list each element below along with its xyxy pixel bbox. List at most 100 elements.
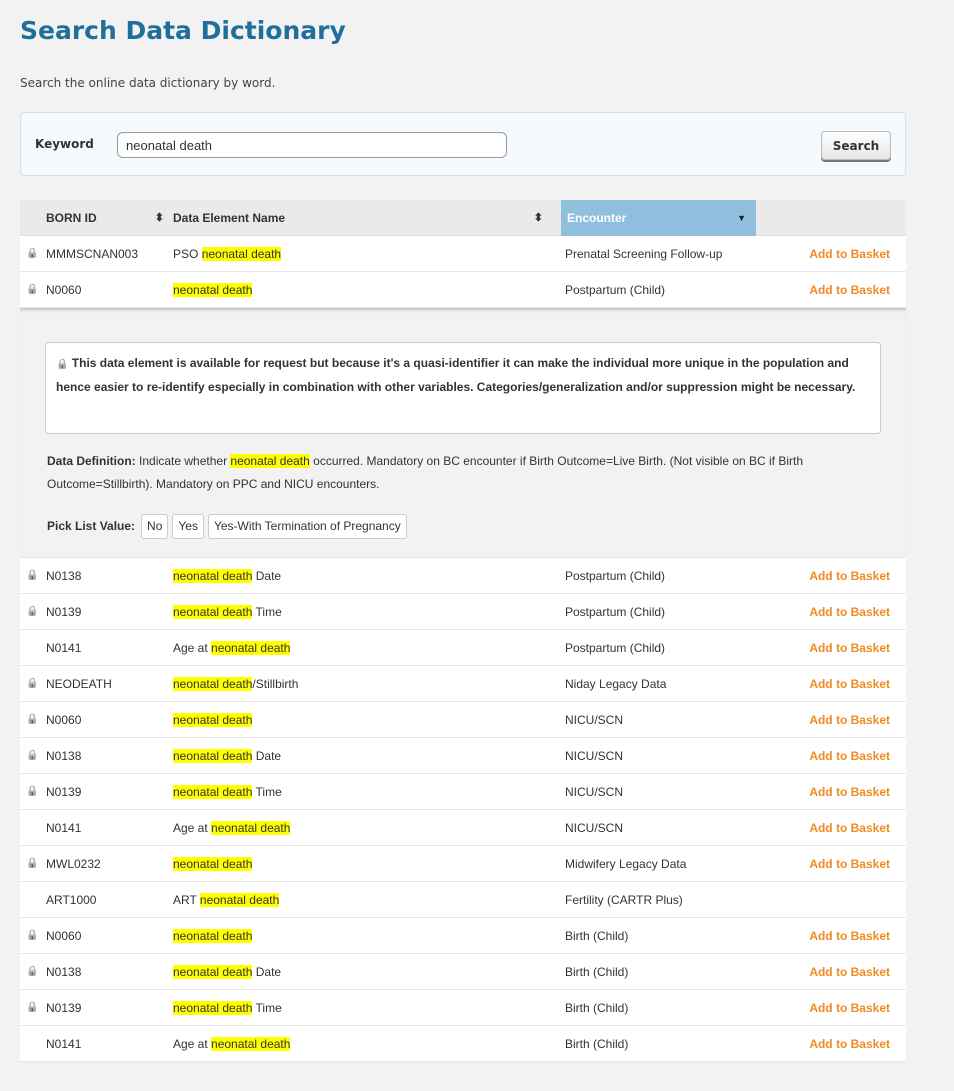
encounter-cell: Postpartum (Child) <box>565 283 666 297</box>
header-born-id-label: BORN ID <box>46 211 97 225</box>
lock-icon: 🔒 <box>26 858 39 869</box>
add-to-basket-link[interactable]: Add to Basket <box>809 236 890 272</box>
pick-list: Pick List Value: No Yes Yes-With Terminatio… <box>47 513 407 539</box>
add-to-basket-link[interactable]: Add to Basket <box>809 702 890 738</box>
born-id-cell: N0141 <box>46 1037 82 1051</box>
caret-down-icon: ▼ <box>737 213 746 223</box>
name-suffix: Date <box>252 965 282 979</box>
add-to-basket-link[interactable]: Add to Basket <box>809 918 890 954</box>
table-row: 🔒 N0060 neonatal death NICU/SCN Add to Baske… <box>20 702 906 738</box>
header-encounter-filter[interactable]: Encounter ▼ <box>561 200 756 236</box>
table-header: BORN ID ⬍ Data Element Name ⬍ Encounter … <box>20 200 906 236</box>
pick-list-value: Yes <box>172 513 204 539</box>
search-term-highlight: neonatal death <box>173 1001 253 1015</box>
definition-text-pre: Indicate whether <box>135 454 231 468</box>
quasi-identifier-notice: 🔒 This data element is available for req… <box>45 342 881 434</box>
sort-updown-icon: ⬍ <box>533 212 543 224</box>
table-row: 🔒 MWL0232 neonatal death Midwifery Legacy D… <box>20 846 906 882</box>
keyword-input[interactable] <box>117 132 507 158</box>
encounter-cell: Postpartum (Child) <box>565 605 666 619</box>
data-element-name-cell: neonatal death <box>173 272 253 308</box>
add-to-basket-link[interactable]: Add to Basket <box>809 738 890 774</box>
keyword-label: Keyword <box>35 137 94 151</box>
search-term-highlight: neonatal death <box>173 283 253 297</box>
header-born-id[interactable]: BORN ID ⬍ <box>46 200 164 236</box>
born-id-cell: N0060 <box>46 929 82 943</box>
encounter-cell: Prenatal Screening Follow-up <box>565 247 723 261</box>
name-prefix: PSO <box>173 247 202 261</box>
encounter-cell: Postpartum (Child) <box>565 569 666 583</box>
encounter-cell: Fertility (CARTR Plus) <box>565 893 683 907</box>
data-element-name-cell: Age at neonatal death <box>173 630 291 666</box>
search-term-highlight: neonatal death <box>230 454 310 468</box>
lock-icon: 🔒 <box>26 606 39 617</box>
encounter-cell: Niday Legacy Data <box>565 677 667 691</box>
encounter-cell: Birth (Child) <box>565 929 629 943</box>
data-element-name-cell: ART neonatal death <box>173 882 280 918</box>
name-suffix: Time <box>252 1001 282 1015</box>
table-row: ART1000 ART neonatal death Fertility (CART… <box>20 882 906 918</box>
born-id-cell: N0141 <box>46 821 82 835</box>
encounter-cell: Birth (Child) <box>565 1001 629 1015</box>
data-element-name-cell: neonatal death <box>173 918 253 954</box>
add-to-basket-link[interactable]: Add to Basket <box>809 594 890 630</box>
add-to-basket-link[interactable]: Add to Basket <box>809 558 890 594</box>
data-element-name-cell: Age at neonatal death <box>173 810 291 846</box>
add-to-basket-link[interactable]: Add to Basket <box>809 630 890 666</box>
search-term-highlight: neonatal death <box>199 893 280 907</box>
results-table: BORN ID ⬍ Data Element Name ⬍ Encounter … <box>20 200 906 1062</box>
add-to-basket-link[interactable]: Add to Basket <box>809 954 890 990</box>
lock-icon: 🔒 <box>26 1002 39 1013</box>
page-intro: Search the online data dictionary by wor… <box>20 76 276 90</box>
header-name-label: Data Element Name <box>173 211 286 225</box>
data-element-name-cell: neonatal death <box>173 846 253 882</box>
born-id-cell: N0139 <box>46 785 82 799</box>
pick-list-value: Yes-With Termination of Pregnancy <box>207 513 407 539</box>
search-term-highlight: neonatal death <box>173 785 253 799</box>
table-row: N0141 Age at neonatal death Postpartum (Ch… <box>20 630 906 666</box>
encounter-cell: NICU/SCN <box>565 713 624 727</box>
add-to-basket-link[interactable]: Add to Basket <box>809 990 890 1026</box>
data-element-name-cell: neonatal death Time <box>173 594 282 630</box>
search-term-highlight: neonatal death <box>173 713 253 727</box>
born-id-cell: N0141 <box>46 641 82 655</box>
header-data-element-name[interactable]: Data Element Name ⬍ <box>173 200 543 236</box>
encounter-cell: Birth (Child) <box>565 965 629 979</box>
add-to-basket-link[interactable]: Add to Basket <box>809 666 890 702</box>
add-to-basket-link[interactable]: Add to Basket <box>809 810 890 846</box>
search-term-highlight: neonatal death <box>201 247 282 261</box>
lock-icon: 🔒 <box>26 570 39 581</box>
add-to-basket-link[interactable]: Add to Basket <box>809 846 890 882</box>
table-row: 🔒 N0139 neonatal death Time Postpartum (Chi… <box>20 594 906 630</box>
search-term-highlight: neonatal death <box>173 857 253 871</box>
search-term-highlight: neonatal death <box>173 965 253 979</box>
search-term-highlight: neonatal death <box>173 605 253 619</box>
born-id-cell: N0139 <box>46 605 82 619</box>
name-suffix: Time <box>252 605 282 619</box>
data-element-name-cell: neonatal death Date <box>173 558 281 594</box>
lock-icon: 🔒 <box>26 248 39 259</box>
table-row: N0141 Age at neonatal death NICU/SCN Add to… <box>20 810 906 846</box>
search-panel: Keyword Search <box>20 112 906 176</box>
search-button[interactable]: Search <box>821 131 891 160</box>
lock-icon: 🔒 <box>26 750 39 761</box>
add-to-basket-link[interactable]: Add to Basket <box>809 774 890 810</box>
born-id-cell: N0139 <box>46 1001 82 1015</box>
add-to-basket-link[interactable]: Add to Basket <box>809 272 890 308</box>
born-id-cell: N0138 <box>46 569 82 583</box>
table-row: 🔒 N0060 neonatal death Postpartum (Child) Ad… <box>20 272 906 308</box>
pick-list-value: No <box>141 513 169 539</box>
table-row: 🔒 N0139 neonatal death Time Birth (Child) Ad… <box>20 990 906 1026</box>
data-definition: Data Definition: Indicate whether neonat… <box>47 450 887 496</box>
lock-icon: 🔒 <box>26 284 39 295</box>
search-term-highlight: neonatal death <box>173 677 253 691</box>
data-element-name-cell: neonatal death Time <box>173 990 282 1026</box>
lock-icon: 🔒 <box>56 359 69 370</box>
data-element-name-cell: neonatal death/Stillbirth <box>173 666 298 702</box>
add-to-basket-link[interactable]: Add to Basket <box>809 1026 890 1062</box>
name-suffix: /Stillbirth <box>252 677 299 691</box>
name-prefix: Age at <box>173 821 212 835</box>
table-row: 🔒 N0138 neonatal death Date NICU/SCN Add to … <box>20 738 906 774</box>
header-encounter-label: Encounter <box>567 211 627 225</box>
encounter-cell: Birth (Child) <box>565 1037 629 1051</box>
